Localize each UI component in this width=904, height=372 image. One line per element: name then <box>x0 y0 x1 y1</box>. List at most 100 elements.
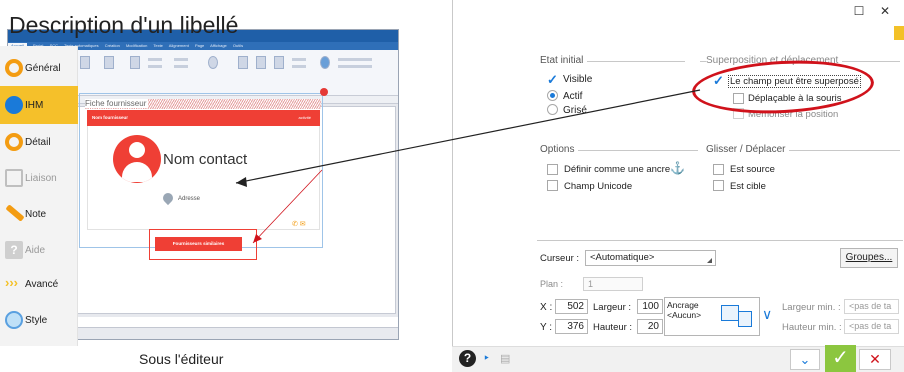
section-divider <box>786 150 900 151</box>
ribbon-small-button[interactable] <box>292 58 306 61</box>
liaison-icon <box>5 169 23 187</box>
ribbon-tab[interactable]: Affichage <box>210 43 227 48</box>
grid-icon[interactable]: ▤ <box>500 352 510 365</box>
groupes-button[interactable]: Groupes... <box>840 248 898 268</box>
hauteur-min-field[interactable]: <pas de ta <box>844 319 899 334</box>
section-title-glisser: Glisser / Déplacer <box>706 144 790 155</box>
help-corner-icon[interactable] <box>894 26 904 40</box>
cancel-button[interactable]: ✕ <box>859 349 891 370</box>
user-avatar-icon <box>113 135 161 183</box>
sidebar-item-liaison[interactable]: Liaison <box>0 162 78 196</box>
eye-icon <box>5 96 23 114</box>
help-icon: ? <box>5 241 23 259</box>
ancrage-text: Ancrage <Aucun> <box>667 300 701 320</box>
sidebar-item-style[interactable]: Style <box>0 304 78 338</box>
palette-icon <box>5 311 23 329</box>
ribbon-button[interactable] <box>238 56 248 69</box>
chevrons-icon: ››› <box>5 275 18 290</box>
activity-label: activité <box>298 115 311 120</box>
move-icon[interactable]: ‣ <box>483 351 490 365</box>
ribbon-small-button[interactable] <box>338 58 372 61</box>
sidebar-item-avance[interactable]: ››› Avancé <box>0 268 78 302</box>
ribbon-small-button[interactable] <box>174 58 188 61</box>
visible-check-icon[interactable]: ✓ <box>547 73 558 86</box>
sidebar-item-detail[interactable]: Détail <box>0 126 78 160</box>
window-controls: ☐ ✕ <box>846 4 898 18</box>
ancre-checkbox[interactable] <box>547 164 558 175</box>
largeur-label: Largeur : <box>593 302 632 313</box>
x-field[interactable]: 502 <box>555 299 588 314</box>
ancre-label: Définir comme une ancre <box>564 164 671 175</box>
similar-suppliers-button[interactable]: Fournisseurs similaires <box>155 237 242 251</box>
search-icon[interactable] <box>208 56 218 69</box>
ribbon-small-button[interactable] <box>148 65 162 68</box>
section-divider <box>578 150 698 151</box>
plan-label: Plan : <box>540 279 564 289</box>
curseur-label: Curseur : <box>540 253 580 264</box>
unicode-checkbox[interactable] <box>547 180 558 191</box>
ok-button[interactable]: ✓ <box>825 345 856 372</box>
ribbon-tab[interactable]: Outils <box>233 43 243 48</box>
ribbon-tab[interactable]: Modification <box>126 43 147 48</box>
x-label: X : <box>540 302 553 313</box>
actif-label: Actif <box>563 91 583 102</box>
window-title: Fiche fournisseur <box>85 99 321 109</box>
ribbon-tab[interactable]: Création <box>105 43 120 48</box>
largeur-field[interactable]: 100 <box>637 299 663 314</box>
largeur-min-field[interactable]: <pas de ta <box>844 299 899 314</box>
help-button[interactable]: ? <box>459 350 476 367</box>
ribbon-button[interactable] <box>104 56 114 69</box>
sidebar-item-ihm[interactable]: IHM <box>0 86 78 124</box>
close-icon[interactable] <box>320 88 328 96</box>
ribbon-button[interactable] <box>256 56 266 69</box>
ribbon-tab[interactable]: Alignement <box>169 43 189 48</box>
ribbon-small-button[interactable] <box>148 58 162 61</box>
sidebar-item-general[interactable]: Général <box>0 52 78 86</box>
section-divider <box>537 240 903 241</box>
anchor-preview-icon <box>738 311 752 327</box>
hauteur-field[interactable]: 20 <box>637 319 663 334</box>
caption: Sous l'éditeur <box>139 351 224 367</box>
visible-label: Visible <box>563 74 593 85</box>
ribbon-small-button[interactable] <box>338 65 372 68</box>
double-chevron-down-icon[interactable]: ∨ <box>762 306 772 323</box>
plan-field[interactable]: 1 <box>583 277 643 291</box>
curseur-value: <Automatique> <box>590 252 655 263</box>
supplier-name-label: Nom fournisseur <box>92 115 129 120</box>
ancrage-label: Ancrage <box>667 300 699 310</box>
cible-checkbox[interactable] <box>713 180 724 191</box>
cible-label: Est cible <box>730 181 766 192</box>
section-title-etat: Etat initial <box>540 55 588 66</box>
ribbon-button[interactable] <box>80 56 90 69</box>
phone-mail-icons: ✆ ✉ <box>292 221 306 228</box>
previous-button[interactable]: ⌄ <box>790 349 820 370</box>
source-label: Est source <box>730 164 775 175</box>
actif-radio[interactable] <box>547 90 558 101</box>
section-title-options: Options <box>540 144 579 155</box>
help-icon[interactable] <box>320 56 330 69</box>
sidebar-item-note[interactable]: Note <box>0 198 78 232</box>
ribbon-small-button[interactable] <box>292 65 306 68</box>
ribbon-button[interactable] <box>130 56 140 69</box>
anchor-preview-icon <box>721 305 739 321</box>
card-header: Nom fournisseur activité <box>87 110 320 126</box>
contact-name-label[interactable]: Nom contact <box>163 151 247 168</box>
y-field[interactable]: 376 <box>555 319 588 334</box>
sidebar-item-aide[interactable]: ? Aide <box>0 234 78 268</box>
ribbon-tab[interactable]: Texte <box>153 43 163 48</box>
grise-radio[interactable] <box>547 104 558 115</box>
close-button[interactable]: ✕ <box>872 4 898 18</box>
pencil-icon <box>5 204 25 222</box>
composite-screenshot: Accueil Projet SCC Tests automatiques Cr… <box>0 0 904 372</box>
ancrage-value: <Aucun> <box>667 310 702 320</box>
ribbon-small-button[interactable] <box>174 65 188 68</box>
dialog-sidebar: Général IHM Détail Liaison Note ? Aide ›… <box>0 46 78 346</box>
unicode-label: Champ Unicode <box>564 181 633 192</box>
ribbon-button[interactable] <box>274 56 284 69</box>
maximize-button[interactable]: ☐ <box>846 4 872 18</box>
grise-label: Grisé <box>563 105 587 116</box>
source-checkbox[interactable] <box>713 164 724 175</box>
hauteur-min-label: Hauteur min. : <box>782 322 842 333</box>
curseur-select[interactable]: <Automatique> <box>585 250 716 266</box>
ribbon-tab[interactable]: Page <box>195 43 204 48</box>
